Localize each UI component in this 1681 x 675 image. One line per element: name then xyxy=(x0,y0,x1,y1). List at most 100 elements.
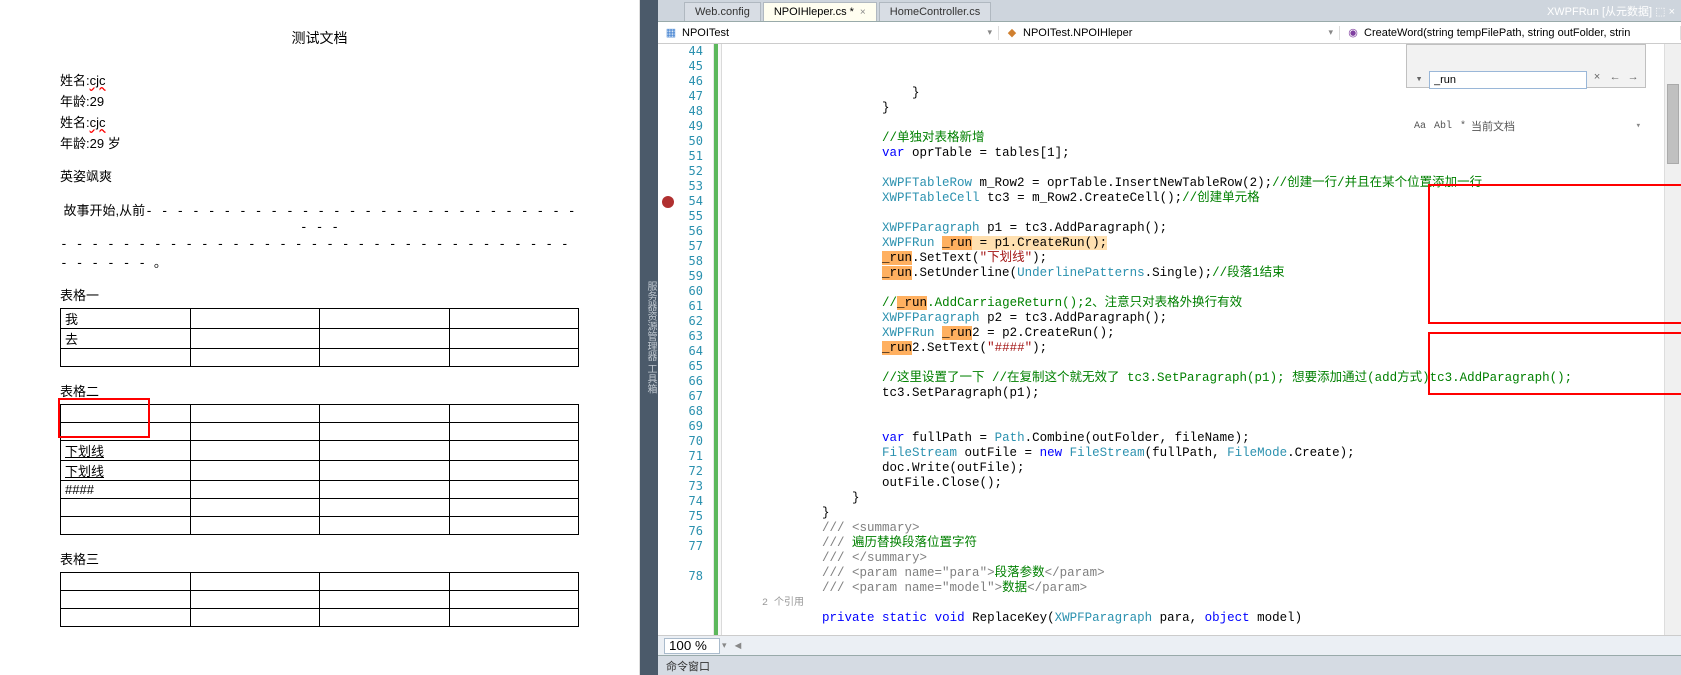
bottom-panel-tab[interactable]: 命令窗口 xyxy=(658,655,1681,675)
crumb-method-label: CreateWord(string tempFilePath, string o… xyxy=(1364,27,1630,39)
code-line[interactable]: XWPFRun _run = p1.CreateRun(); xyxy=(722,236,1664,251)
find-opt-regex[interactable]: * xyxy=(1457,121,1469,132)
table-cell xyxy=(449,349,579,367)
table-cell xyxy=(320,423,450,441)
editor-tab[interactable]: NPOIHleper.cs *× xyxy=(763,2,877,21)
code-line[interactable]: XWPFParagraph p2 = tc3.AddParagraph(); xyxy=(722,311,1664,326)
change-margin xyxy=(714,44,722,635)
table-row xyxy=(61,423,579,441)
code-line[interactable]: outFile.Close(); xyxy=(722,476,1664,491)
table-cell xyxy=(190,405,320,423)
code-line[interactable]: _run2.SetText("####"); xyxy=(722,341,1664,356)
table-cell xyxy=(320,405,450,423)
code-line[interactable] xyxy=(722,356,1664,371)
gutter-line xyxy=(658,554,703,569)
side-toolbox-bar[interactable]: 服务器资源管理器 工具箱 xyxy=(640,0,658,675)
code-line[interactable]: _run.SetUnderline(UnderlinePatterns.Sing… xyxy=(722,266,1664,281)
table-cell: 下划线 xyxy=(61,441,191,461)
table-cell xyxy=(190,349,320,367)
crumb-namespace[interactable]: ◆ NPOITest.NPOIHleper ▾ xyxy=(999,26,1340,40)
crumb-ns-label: NPOITest.NPOIHleper xyxy=(1023,27,1132,39)
code-line[interactable]: /// </summary> xyxy=(722,551,1664,566)
table-cell xyxy=(449,591,579,609)
project-icon: ▦ xyxy=(664,26,678,40)
gutter-line: 52 xyxy=(658,164,703,179)
code-line[interactable] xyxy=(722,206,1664,221)
table-cell xyxy=(190,461,320,481)
code-line[interactable]: //_run.AddCarriageReturn();2、注意只对表格外换行有效 xyxy=(722,296,1664,311)
gutter-line: 73 xyxy=(658,479,703,494)
codelens[interactable]: 2 个引用 xyxy=(722,596,1664,611)
table-cell xyxy=(320,349,450,367)
gutter-line: 68 xyxy=(658,404,703,419)
ide-pane: 服务器资源管理器 工具箱 Web.configNPOIHleper.cs *×H… xyxy=(640,0,1681,675)
table-cell xyxy=(61,591,191,609)
code-line[interactable]: doc.Write(outFile); xyxy=(722,461,1664,476)
close-icon[interactable]: × xyxy=(860,7,866,18)
table-cell xyxy=(61,609,191,627)
gutter-line: 66 xyxy=(658,374,703,389)
editor-tab[interactable]: HomeController.cs xyxy=(879,2,991,21)
code-line[interactable]: XWPFRun _run2 = p2.CreateRun(); xyxy=(722,326,1664,341)
table-cell xyxy=(190,441,320,461)
find-expand-icon[interactable]: ▾ xyxy=(1411,72,1427,88)
code-line[interactable]: /// <param name="para">段落参数</param> xyxy=(722,566,1664,581)
crumb-project[interactable]: ▦ NPOITest ▾ xyxy=(658,26,999,40)
story-dash1: - - - - - - - - - - - - - - - - - - - - … xyxy=(145,204,575,235)
code-line[interactable] xyxy=(722,281,1664,296)
crumb-method[interactable]: ◉ CreateWord(string tempFilePath, string… xyxy=(1340,26,1681,40)
find-close-icon[interactable]: × xyxy=(1589,72,1605,88)
table-cell xyxy=(61,517,191,535)
code-line[interactable] xyxy=(722,401,1664,416)
chevron-down-icon[interactable]: ▾ xyxy=(722,640,727,651)
bottom-panel-label: 命令窗口 xyxy=(666,658,710,674)
code-line[interactable]: XWPFTableRow m_Row2 = oprTable.InsertNew… xyxy=(722,176,1664,191)
find-scope[interactable]: 当前文档 xyxy=(1471,118,1634,134)
code-line[interactable]: /// <param name="model">数据</param> xyxy=(722,581,1664,596)
code-line[interactable]: } xyxy=(722,491,1664,506)
code-editor[interactable]: 4445464748495051525354555657585960616263… xyxy=(658,44,1681,635)
table-cell xyxy=(449,309,579,329)
table-row: 下划线 xyxy=(61,461,579,481)
scrollbar-thumb[interactable] xyxy=(1667,84,1679,164)
code-line[interactable]: XWPFTableCell tc3 = m_Row2.CreateCell();… xyxy=(722,191,1664,206)
code-line[interactable] xyxy=(722,161,1664,176)
code-line[interactable]: } xyxy=(722,506,1664,521)
find-next-icon[interactable]: → xyxy=(1625,72,1641,88)
chevron-down-icon: ▾ xyxy=(987,27,992,38)
table-cell: 下划线 xyxy=(61,461,191,481)
gutter-line: 59 xyxy=(658,269,703,284)
gutter-line: 60 xyxy=(658,284,703,299)
code-line[interactable]: FileStream outFile = new FileStream(full… xyxy=(722,446,1664,461)
table-row xyxy=(61,573,579,591)
breakpoint-icon[interactable] xyxy=(662,196,674,208)
hscroll-left-icon[interactable]: ◄ xyxy=(733,640,744,652)
find-opt-case[interactable]: Aa xyxy=(1411,121,1429,132)
title-right[interactable]: XWPFRun [从元数据] ⬚ × xyxy=(1547,3,1675,19)
code-area[interactable]: ▾ × ← → Aa Abl * 当前文档 ▾ xyxy=(722,44,1664,635)
table-cell xyxy=(449,517,579,535)
code-line[interactable]: var fullPath = Path.Combine(outFolder, f… xyxy=(722,431,1664,446)
gutter-line: 57 xyxy=(658,239,703,254)
find-opt-word[interactable]: Abl xyxy=(1431,121,1455,132)
find-input[interactable] xyxy=(1429,71,1587,89)
code-line[interactable]: private static void ReplaceKey(XWPFParag… xyxy=(722,611,1664,626)
code-line[interactable]: tc3.SetParagraph(p1); xyxy=(722,386,1664,401)
table-cell xyxy=(190,573,320,591)
code-line[interactable]: /// <summary> xyxy=(722,521,1664,536)
gutter-line: 49 xyxy=(658,119,703,134)
code-line[interactable]: /// 遍历替换段落位置字符 xyxy=(722,536,1664,551)
find-prev-icon[interactable]: ← xyxy=(1607,72,1623,88)
editor-tab[interactable]: Web.config xyxy=(684,2,761,21)
document-pane: 测试文档 姓名:cjc年龄:29姓名:cjc年龄:29 岁 英姿飒爽 故事开始,… xyxy=(0,0,640,675)
code-line[interactable] xyxy=(722,416,1664,431)
table2-label: 表格二 xyxy=(60,381,579,400)
vertical-scrollbar[interactable] xyxy=(1664,44,1681,635)
code-line[interactable]: _run.SetText("下划线"); xyxy=(722,251,1664,266)
code-line[interactable]: //这里设置了一下 //在复制这个就无效了 tc3.SetParagraph(p… xyxy=(722,371,1664,386)
table-cell xyxy=(449,573,579,591)
table-cell: 我 xyxy=(61,309,191,329)
code-line[interactable]: XWPFParagraph p1 = tc3.AddParagraph(); xyxy=(722,221,1664,236)
zoom-input[interactable] xyxy=(664,638,720,654)
table-one: 我去 xyxy=(60,308,579,367)
